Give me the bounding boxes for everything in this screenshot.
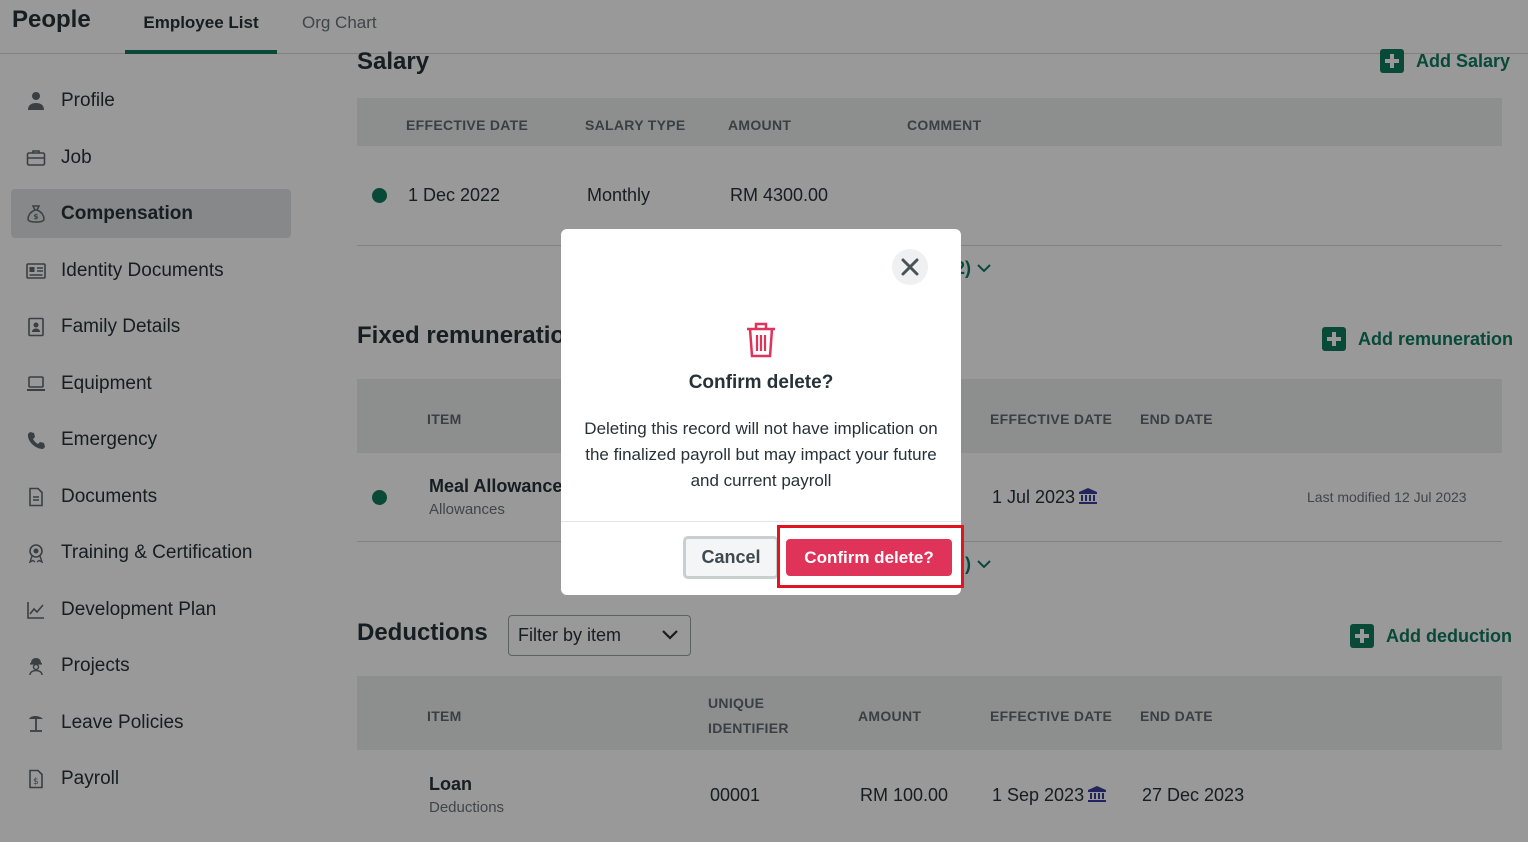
dialog-message: Deleting this record will not have impli… [584,419,938,490]
confirm-delete-dialog: Confirm delete? Deleting this record wil… [561,229,964,595]
confirm-delete-button[interactable]: Confirm delete? [786,539,952,576]
divider [561,521,961,522]
close-icon [901,258,919,276]
close-button[interactable] [892,249,928,285]
dialog-title: Confirm delete? [688,372,834,393]
trash-icon [744,321,778,364]
cancel-button[interactable]: Cancel [683,536,779,579]
